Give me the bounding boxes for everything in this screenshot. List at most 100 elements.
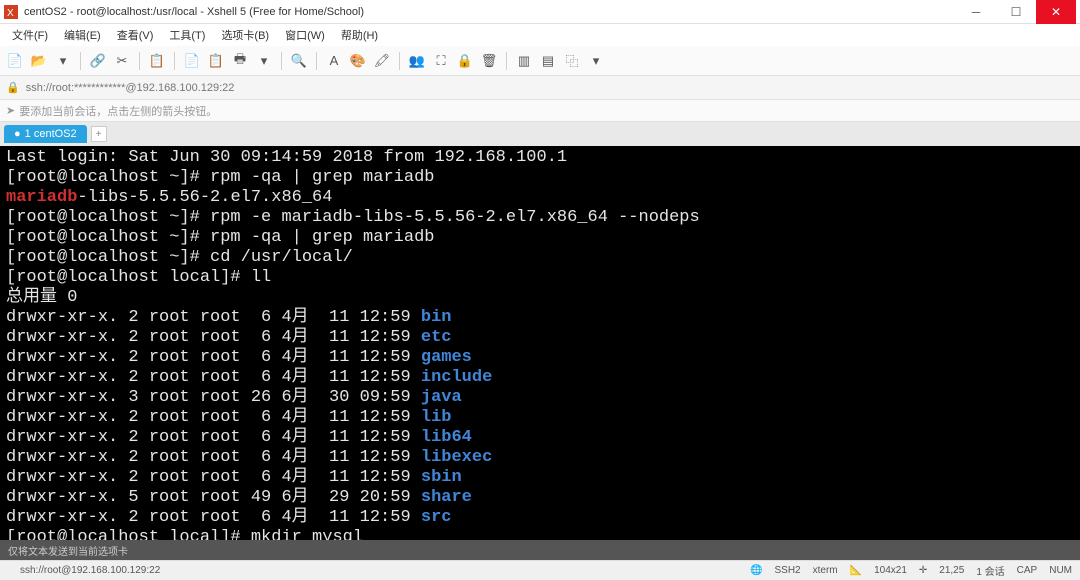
tab-active[interactable]: ● 1 centOS2 (4, 125, 87, 143)
term-line: drwxr-xr-x. 2 root root 6 4月 11 12:59 (6, 448, 421, 467)
separator (174, 52, 175, 70)
term-line: [root@localhost local]# mkdir mysql (6, 528, 363, 540)
term-dir: java (421, 388, 462, 407)
highlight-icon[interactable]: 🖍 (373, 52, 391, 70)
menu-tab[interactable]: 选项卡(B) (215, 25, 275, 45)
app-icon: X (4, 5, 18, 19)
trash-icon[interactable]: 🗑 (480, 52, 498, 70)
term-line: drwxr-xr-x. 2 root root 6 4月 11 12:59 (6, 468, 421, 487)
term-dir: libexec (421, 448, 492, 467)
separator (139, 52, 140, 70)
status-term: xterm (813, 565, 838, 576)
compose-bar: 仅将文本发送到当前选项卡 (0, 540, 1080, 560)
term-line: drwxr-xr-x. 2 root root 6 4月 11 12:59 (6, 368, 421, 387)
menu-help[interactable]: 帮助(H) (335, 25, 384, 45)
term-line: 总用量 0 (6, 288, 77, 307)
menu-view[interactable]: 查看(V) (111, 25, 160, 45)
status-sess: 1 会话 (976, 563, 1004, 578)
address-text[interactable]: ssh://root:************@192.168.100.129:… (26, 82, 235, 94)
term-line: -libs-5.5.56-2.el7.x86_64 (77, 188, 332, 207)
dropdown2-icon[interactable]: ▾ (255, 52, 273, 70)
status-cap: CAP (1017, 565, 1038, 576)
find-icon[interactable]: 🔍 (290, 52, 308, 70)
globe-icon: 🌐 (750, 565, 762, 576)
term-line: Last login: Sat Jun 30 09:14:59 2018 fro… (6, 148, 567, 167)
term-line: drwxr-xr-x. 2 root root 6 4月 11 12:59 (6, 408, 421, 427)
term-match: mariadb (6, 188, 77, 207)
status-conn: ssh://root@192.168.100.129:22 (20, 565, 160, 576)
term-line: drwxr-xr-x. 3 root root 26 6月 30 09:59 (6, 388, 421, 407)
status-num: NUM (1049, 565, 1072, 576)
term-line: [root@localhost ~]# rpm -e mariadb-libs-… (6, 208, 700, 227)
term-line: drwxr-xr-x. 2 root root 6 4月 11 12:59 (6, 348, 421, 367)
term-dir: lib (421, 408, 452, 427)
tab-label: 1 centOS2 (25, 128, 77, 140)
menubar: 文件(F) 编辑(E) 查看(V) 工具(T) 选项卡(B) 窗口(W) 帮助(… (0, 24, 1080, 46)
close-button[interactable]: ✕ (1036, 0, 1076, 24)
term-dir: games (421, 348, 472, 367)
paste-icon[interactable]: 📋 (207, 52, 225, 70)
compose-hint: 仅将文本发送到当前选项卡 (8, 543, 128, 558)
tile-h-icon[interactable]: ▥ (515, 52, 533, 70)
status-size: 104x21 (874, 565, 907, 576)
reconnect-icon[interactable]: 🔗 (89, 52, 107, 70)
term-dir: etc (421, 328, 452, 347)
status-ssh: SSH2 (775, 565, 801, 576)
terminal[interactable]: Last login: Sat Jun 30 09:14:59 2018 fro… (0, 146, 1080, 540)
new-session-icon[interactable]: 📄 (6, 52, 24, 70)
term-line: drwxr-xr-x. 2 root root 6 4月 11 12:59 (6, 428, 421, 447)
users-icon[interactable]: 👥 (408, 52, 426, 70)
separator (399, 52, 400, 70)
print-icon[interactable]: 🖶 (231, 52, 249, 70)
address-bar: 🔒 ssh://root:************@192.168.100.12… (0, 76, 1080, 100)
dropdown-icon[interactable]: ▾ (54, 52, 72, 70)
term-dir: bin (421, 308, 452, 327)
term-line: [root@localhost local]# ll (6, 268, 271, 287)
separator (80, 52, 81, 70)
toolbar: 📄 📂 ▾ 🔗 ✂ 📋 📄 📋 🖶 ▾ 🔍 A 🎨 🖍 👥 ⛶ 🔒 🗑 ▥ ▤ … (0, 46, 1080, 76)
term-dir: share (421, 488, 472, 507)
cascade-icon[interactable]: ⿻ (563, 52, 581, 70)
properties-icon[interactable]: 📋 (148, 52, 166, 70)
term-line: drwxr-xr-x. 2 root root 6 4月 11 12:59 (6, 328, 421, 347)
titlebar: X centOS2 - root@localhost:/usr/local - … (0, 0, 1080, 24)
fullscreen-icon[interactable]: ⛶ (432, 52, 450, 70)
dot-icon: ● (14, 128, 21, 140)
term-line: [root@localhost ~]# rpm -qa | grep maria… (6, 228, 434, 247)
menu-tools[interactable]: 工具(T) (163, 25, 211, 45)
copy-icon[interactable]: 📄 (183, 52, 201, 70)
tab-bar: ● 1 centOS2 + (0, 122, 1080, 146)
menu-file[interactable]: 文件(F) (6, 25, 54, 45)
term-dir: sbin (421, 468, 462, 487)
separator (281, 52, 282, 70)
menu-edit[interactable]: 编辑(E) (58, 25, 107, 45)
window-title: centOS2 - root@localhost:/usr/local - Xs… (24, 6, 956, 18)
cursor-icon: ✛ (919, 565, 927, 576)
hint-text: 要添加当前会话，点击左侧的箭头按钮。 (19, 103, 217, 119)
term-line: drwxr-xr-x. 2 root root 6 4月 11 12:59 (6, 508, 421, 527)
status-pos: 21,25 (939, 565, 964, 576)
tile-v-icon[interactable]: ▤ (539, 52, 557, 70)
term-dir: lib64 (421, 428, 472, 447)
term-line: drwxr-xr-x. 2 root root 6 4月 11 12:59 (6, 308, 421, 327)
font-icon[interactable]: A (325, 52, 343, 70)
svg-text:X: X (7, 8, 14, 19)
lock-small-icon: 🔒 (6, 81, 20, 94)
term-line: [root@localhost ~]# cd /usr/local/ (6, 248, 353, 267)
status-bar: ssh://root@192.168.100.129:22 🌐 SSH2 xte… (0, 560, 1080, 580)
term-line: drwxr-xr-x. 5 root root 49 6月 29 20:59 (6, 488, 421, 507)
separator (316, 52, 317, 70)
menu-window[interactable]: 窗口(W) (279, 25, 331, 45)
minimize-button[interactable]: ─ (956, 0, 996, 24)
color-icon[interactable]: 🎨 (349, 52, 367, 70)
tab-add-button[interactable]: + (91, 126, 107, 142)
arrow-icon[interactable]: ➤ (6, 104, 15, 117)
ruler-icon: 📐 (850, 565, 862, 576)
open-icon[interactable]: 📂 (30, 52, 48, 70)
term-line: [root@localhost ~]# rpm -qa | grep maria… (6, 168, 434, 187)
dropdown3-icon[interactable]: ▾ (587, 52, 605, 70)
term-dir: src (421, 508, 452, 527)
lock-icon[interactable]: 🔒 (456, 52, 474, 70)
maximize-button[interactable]: ☐ (996, 0, 1036, 24)
disconnect-icon[interactable]: ✂ (113, 52, 131, 70)
